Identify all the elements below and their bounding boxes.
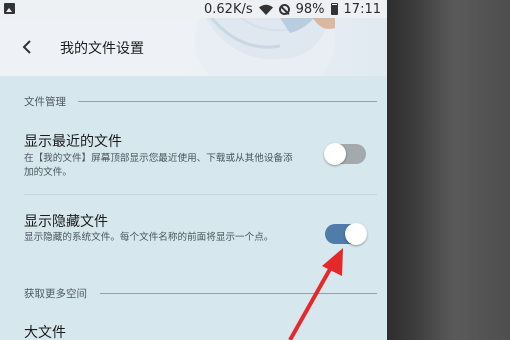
clock: 17:11 bbox=[343, 1, 381, 17]
toggle-knob bbox=[345, 223, 367, 245]
do-not-disturb-icon bbox=[278, 3, 290, 15]
battery-icon bbox=[330, 3, 338, 15]
show-hidden-files-toggle[interactable] bbox=[325, 223, 367, 245]
show-recent-files-toggle[interactable] bbox=[324, 143, 366, 165]
setting-description: 在【我的文件】屏幕顶部显示您最近使用、下载或从其他设备添加的文件。 bbox=[24, 153, 293, 178]
background-blur-area bbox=[387, 0, 510, 340]
section-header-file-management: 文件管理 bbox=[24, 96, 66, 108]
setting-title: 显示最近的文件 bbox=[24, 134, 122, 150]
status-bar: 0.62K/s 98% 17:11 bbox=[0, 0, 387, 18]
settings-list: 文件管理 显示最近的文件 在【我的文件】屏幕顶部显示您最近使用、下载或从其他设备… bbox=[0, 76, 387, 340]
toggle-knob bbox=[324, 143, 346, 165]
wifi-icon bbox=[258, 4, 273, 15]
setting-title: 大文件 bbox=[24, 325, 66, 340]
section-header-line bbox=[100, 293, 377, 294]
back-arrow-icon[interactable] bbox=[20, 39, 36, 55]
setting-title: 显示隐藏文件 bbox=[24, 214, 108, 230]
divider bbox=[24, 194, 377, 195]
header-decoration-image bbox=[195, 18, 335, 76]
app-header: 我的文件设置 bbox=[0, 18, 387, 76]
image-notification-icon bbox=[4, 3, 15, 14]
section-header-line bbox=[78, 101, 377, 102]
network-speed: 0.62K/s bbox=[204, 1, 253, 17]
page-title: 我的文件设置 bbox=[60, 41, 144, 57]
setting-description: 显示隐藏的系统文件。每个文件名称的前面将显示一个点。 bbox=[24, 232, 274, 243]
section-header-get-more-space: 获取更多空间 bbox=[24, 288, 87, 300]
phone-screen: 0.62K/s 98% 17:11 我的文件设置 文件管理 显示最近的文件 在【… bbox=[0, 0, 387, 340]
battery-percent: 98% bbox=[295, 1, 325, 17]
